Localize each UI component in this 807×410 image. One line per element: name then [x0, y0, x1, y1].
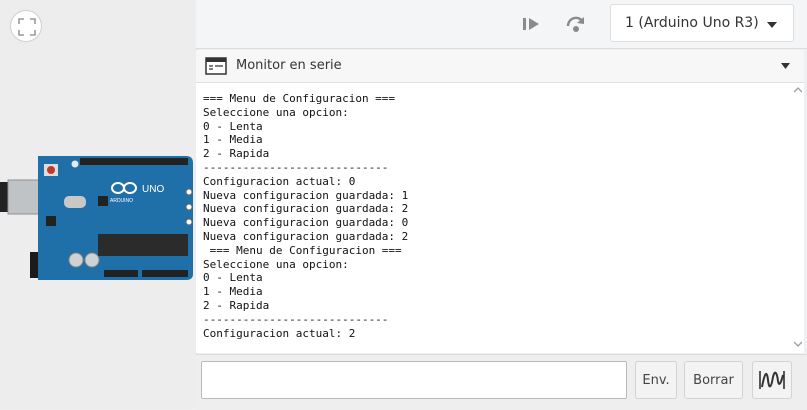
- serial-output-line: ----------------------------: [203, 160, 389, 174]
- board-brand: ARDUINO: [110, 198, 133, 204]
- waveform-icon: [759, 371, 785, 389]
- plot-button[interactable]: [752, 361, 792, 399]
- serial-output-line: Nueva configuracion guardada: 1: [203, 188, 409, 202]
- serial-monitor-header[interactable]: Monitor en serie: [196, 50, 804, 83]
- serial-output-line: Nueva configuracion guardada: 0: [203, 216, 409, 230]
- serial-scrollbar[interactable]: [791, 83, 804, 353]
- scroll-down-icon[interactable]: [794, 341, 802, 347]
- serial-output-line: 2 - Rapida: [203, 298, 270, 312]
- serial-output-line: Seleccione una opcion:: [203, 105, 349, 119]
- serial-output-line: 0 - Lenta: [203, 271, 263, 285]
- send-button-label: Env.: [642, 372, 670, 388]
- simulation-toolbar: 1 (Arduino Uno R3): [196, 0, 807, 49]
- fit-view-icon: [18, 18, 36, 36]
- device-select[interactable]: 1 (Arduino Uno R3): [610, 4, 794, 42]
- clear-button[interactable]: Borrar: [684, 361, 743, 399]
- chevron-down-icon: [767, 22, 777, 28]
- serial-output-line: === Menu de Configuracion ===: [203, 92, 396, 105]
- board-model: UNO: [142, 184, 164, 195]
- send-button[interactable]: Env.: [635, 361, 677, 399]
- serial-output-line: Configuracion actual: 0: [203, 174, 356, 188]
- arduino-board[interactable]: UNO ARDUINO: [0, 152, 196, 284]
- serial-output-line: 0 - Lenta: [203, 119, 263, 133]
- serial-output[interactable]: === Menu de Configuracion === Seleccione …: [196, 83, 791, 353]
- serial-output-line: Nueva configuracion guardada: 2: [203, 202, 409, 216]
- serial-input[interactable]: [201, 361, 627, 399]
- serial-monitor-icon: [205, 57, 227, 75]
- serial-output-line: Configuracion actual: 2: [203, 326, 356, 340]
- step-forward-icon[interactable]: [519, 12, 543, 36]
- serial-output-line: 2 - Rapida: [203, 147, 270, 161]
- serial-output-line: Seleccione una opcion:: [203, 257, 349, 271]
- serial-monitor-title: Monitor en serie: [236, 58, 342, 73]
- device-select-value: 1 (Arduino Uno R3): [625, 15, 759, 31]
- serial-output-line: Nueva configuracion guardada: 2: [203, 229, 409, 243]
- clear-button-label: Borrar: [693, 372, 734, 388]
- serial-input-bar: Env. Borrar: [196, 354, 807, 410]
- serial-output-line: 1 - Media: [203, 133, 263, 147]
- serial-output-line: 1 - Media: [203, 285, 263, 299]
- serial-output-lines: === Menu de Configuracion === Seleccione …: [196, 83, 791, 340]
- circuit-canvas[interactable]: UNO ARDUINO: [0, 0, 197, 409]
- fit-view-button[interactable]: [10, 10, 42, 42]
- step-over-icon[interactable]: [564, 12, 588, 36]
- serial-output-line: === Menu de Configuracion ===: [203, 243, 402, 257]
- chevron-down-icon[interactable]: [781, 63, 790, 69]
- scroll-up-icon[interactable]: [794, 87, 802, 93]
- serial-output-line: ----------------------------: [203, 312, 389, 326]
